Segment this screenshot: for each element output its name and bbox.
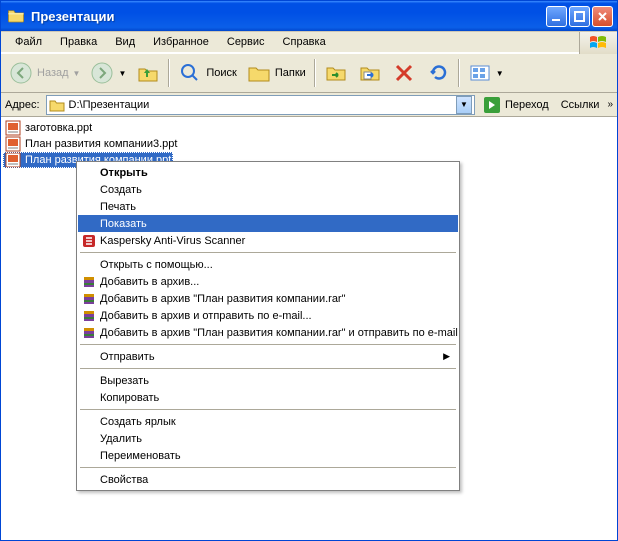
separator [314,59,316,87]
minimize-button[interactable] [546,6,567,27]
address-bar: Адрес: D:\Презентации ▼ Переход Ссылки » [1,93,617,117]
rar-icon [81,291,97,307]
separator [80,409,456,410]
undo-icon [426,61,450,85]
undo-button[interactable] [422,56,454,90]
ctx-copy[interactable]: Копировать [78,389,458,406]
ctx-sendto[interactable]: Отправить ▶ [78,348,458,365]
menu-favorites[interactable]: Избранное [145,34,217,50]
menu-file[interactable]: Файл [7,34,50,50]
folders-button[interactable]: Папки [243,56,310,90]
ctx-add-archive[interactable]: Добавить в архив... [78,273,458,290]
window-buttons [546,6,613,27]
ctx-shortcut[interactable]: Создать ярлык [78,413,458,430]
titlebar[interactable]: Презентации [1,1,617,31]
ctx-properties[interactable]: Свойства [78,471,458,488]
delete-icon [392,61,416,85]
folder-icon [7,7,25,25]
copy-to-icon [358,61,382,85]
search-icon [178,61,202,85]
forward-icon [90,61,114,85]
separator [80,252,456,253]
folder-icon [49,97,65,113]
rar-icon [81,274,97,290]
address-field[interactable]: D:\Презентации ▼ [46,95,475,115]
maximize-button[interactable] [569,6,590,27]
delete-button-tb[interactable] [388,56,420,90]
move-to-button[interactable] [320,56,352,90]
separator [458,59,460,87]
file-name: заготовка.ppt [25,122,92,134]
ctx-open[interactable]: Открыть [78,164,458,181]
chevron-down-icon: ▼ [118,69,126,78]
window-title: Презентации [31,9,546,24]
ctx-openwith[interactable]: Открыть с помощью... [78,256,458,273]
back-button[interactable]: Назад ▼ [5,56,84,90]
list-item[interactable]: заготовка.ppt [3,120,94,136]
list-item[interactable]: План развития компании3.ppt [3,136,179,152]
separator [80,344,456,345]
toolbar: Назад ▼ ▼ Поиск Папки [1,53,617,93]
ctx-print[interactable]: Печать [78,198,458,215]
ctx-new[interactable]: Создать [78,181,458,198]
menubar: Файл Правка Вид Избранное Сервис Справка [1,31,617,53]
ctx-cut[interactable]: Вырезать [78,372,458,389]
context-menu: Открыть Создать Печать Показать Kaspersk… [76,161,460,491]
forward-button[interactable]: ▼ [86,56,130,90]
ctx-delete[interactable]: Удалить [78,430,458,447]
menu-view[interactable]: Вид [107,34,143,50]
ctx-add-archive-named-email[interactable]: Добавить в архив "План развития компании… [78,324,458,341]
move-to-icon [324,61,348,85]
chevron-down-icon: ▼ [496,69,504,78]
submenu-arrow-icon: ▶ [443,351,450,362]
close-button[interactable] [592,6,613,27]
up-folder-icon [136,61,160,85]
ctx-show[interactable]: Показать [78,215,458,232]
separator [80,467,456,468]
search-label: Поиск [206,67,236,79]
kaspersky-icon [81,233,97,249]
copy-to-button[interactable] [354,56,386,90]
menu-help[interactable]: Справка [275,34,334,50]
ppt-icon [5,136,21,152]
separator [80,368,456,369]
views-icon [468,61,492,85]
back-label: Назад [37,67,69,79]
ppt-icon [5,120,21,136]
address-dropdown[interactable]: ▼ [456,96,472,114]
up-button[interactable] [132,56,164,90]
address-path: D:\Презентации [69,99,456,111]
chevron-right-icon[interactable]: » [607,99,613,110]
folders-label: Папки [275,67,306,79]
rar-icon [81,308,97,324]
rar-icon [81,325,97,341]
links-label[interactable]: Ссылки [557,99,604,111]
file-name: План развития компании3.ppt [25,138,177,150]
ctx-kaspersky[interactable]: Kaspersky Anti-Virus Scanner [78,232,458,249]
folders-icon [247,61,271,85]
ctx-add-archive-email[interactable]: Добавить в архив и отправить по e-mail..… [78,307,458,324]
ctx-add-archive-named[interactable]: Добавить в архив "План развития компании… [78,290,458,307]
ctx-rename[interactable]: Переименовать [78,447,458,464]
ppt-icon [5,152,21,168]
separator [168,59,170,87]
menu-edit[interactable]: Правка [52,34,105,50]
back-icon [9,61,33,85]
address-label: Адрес: [5,99,42,111]
go-label: Переход [505,99,549,111]
windows-flag-icon [579,32,617,54]
search-button[interactable]: Поиск [174,56,240,90]
views-button[interactable]: ▼ [464,56,508,90]
chevron-down-icon: ▼ [73,69,81,78]
go-button[interactable]: Переход [479,95,553,115]
menu-tools[interactable]: Сервис [219,34,273,50]
